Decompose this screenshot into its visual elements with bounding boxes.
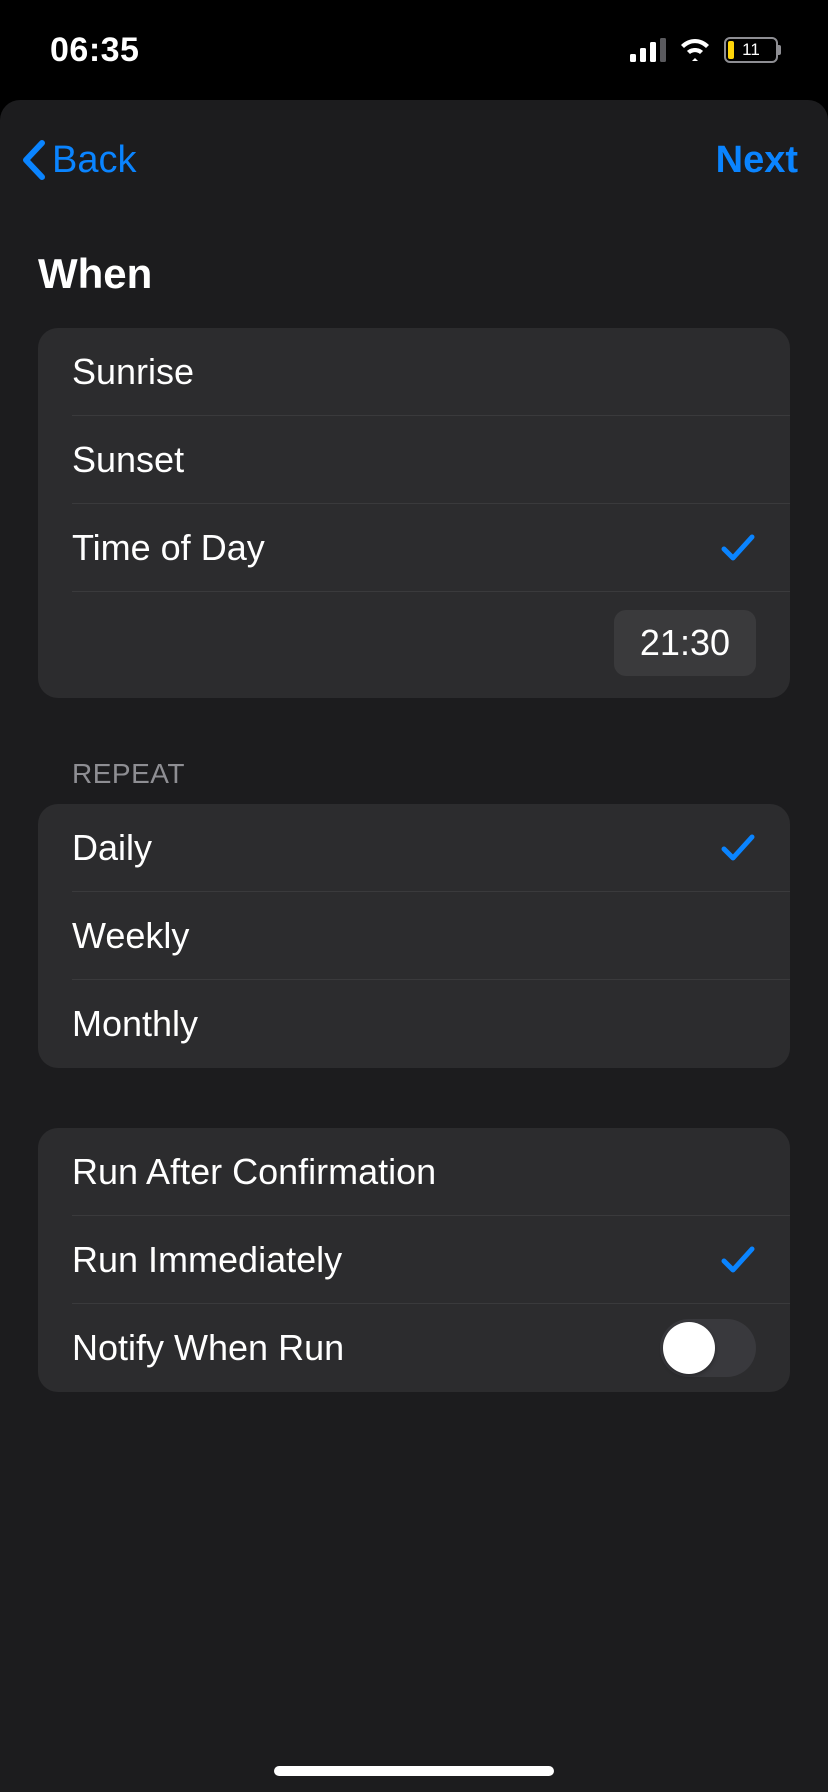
repeat-group: Daily Weekly Monthly [38,804,790,1068]
option-run-immediately-label: Run Immediately [72,1239,342,1281]
checkmark-icon [720,1244,756,1276]
option-notify-when-run: Notify When Run [38,1304,790,1392]
option-monthly-label: Monthly [72,1003,198,1045]
option-daily-label: Daily [72,827,152,869]
status-indicators: 11 [630,37,778,63]
battery-percent: 11 [742,40,760,60]
option-run-immediately[interactable]: Run Immediately [38,1216,790,1304]
option-sunrise-label: Sunrise [72,351,194,393]
option-sunset-label: Sunset [72,439,184,481]
toggle-knob [663,1322,715,1374]
option-daily[interactable]: Daily [38,804,790,892]
option-run-after-confirmation[interactable]: Run After Confirmation [38,1128,790,1216]
option-weekly[interactable]: Weekly [38,892,790,980]
when-group: Sunrise Sunset Time of Day 21:30 [38,328,790,698]
option-run-after-confirmation-label: Run After Confirmation [72,1151,436,1193]
back-label: Back [52,139,136,182]
page-title: When [0,210,828,328]
wifi-icon [678,38,712,62]
option-sunset[interactable]: Sunset [38,416,790,504]
checkmark-icon [720,832,756,864]
checkmark-icon [720,532,756,564]
time-picker-row: 21:30 [38,592,790,698]
option-time-of-day-label: Time of Day [72,527,265,569]
next-button[interactable]: Next [716,139,798,182]
time-picker[interactable]: 21:30 [614,610,756,676]
option-monthly[interactable]: Monthly [38,980,790,1068]
option-weekly-label: Weekly [72,915,189,957]
main-content: Back Next When Sunrise Sunset Time of Da… [0,100,828,1792]
option-sunrise[interactable]: Sunrise [38,328,790,416]
chevron-left-icon [20,139,48,181]
repeat-header: REPEAT [0,758,828,804]
cellular-icon [630,38,666,62]
run-group: Run After Confirmation Run Immediately N… [38,1128,790,1392]
back-button[interactable]: Back [20,139,136,182]
status-bar: 06:35 11 [0,0,828,100]
home-indicator[interactable] [274,1766,554,1776]
battery-indicator: 11 [724,37,778,63]
nav-bar: Back Next [0,110,828,210]
notify-toggle[interactable] [660,1319,756,1377]
option-notify-when-run-label: Notify When Run [72,1327,344,1369]
status-time: 06:35 [50,31,139,70]
option-time-of-day[interactable]: Time of Day [38,504,790,592]
